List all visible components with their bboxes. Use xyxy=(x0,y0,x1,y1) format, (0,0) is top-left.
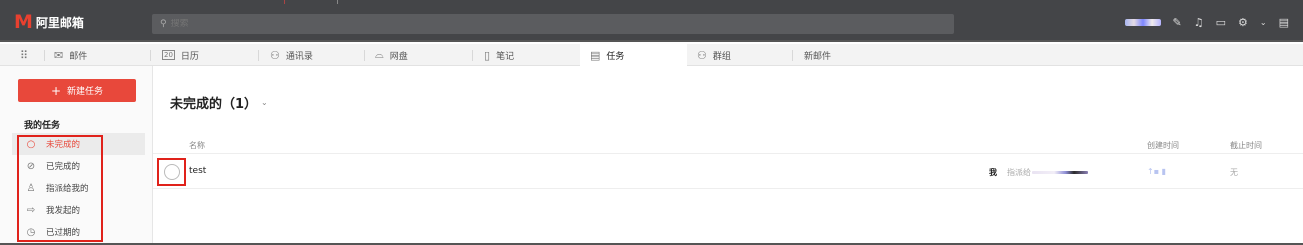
nav-label: 新邮件 xyxy=(804,51,832,62)
chevron-down-icon[interactable]: ⌄ xyxy=(261,98,268,107)
top-right-toolbar: ✎ ♫ ▭ ⚙ ⌄ ▤ xyxy=(1124,14,1289,30)
plus-icon: + xyxy=(50,83,62,98)
page-title: 未完成的（1） ⌄ xyxy=(170,93,268,112)
divider xyxy=(44,50,45,61)
calendar-icon: 20 xyxy=(162,50,175,60)
skin-icon[interactable]: ✎ xyxy=(1173,16,1182,29)
nav-calendar[interactable]: 20 日历 xyxy=(162,44,199,66)
apps-grid-icon[interactable]: ⠿ xyxy=(20,44,28,66)
group-icon: ⚇ xyxy=(697,48,707,62)
brand-name: 阿里邮箱 xyxy=(35,15,84,30)
table-header: 名称 创建时间 截止时间 xyxy=(153,134,1303,154)
window-icon[interactable]: ▭ xyxy=(1216,16,1226,29)
logo-icon: M xyxy=(14,11,33,33)
task-icon: ▤ xyxy=(590,48,601,62)
nav-label: 群组 xyxy=(712,51,731,62)
nav-notes[interactable]: ▯ 笔记 xyxy=(484,44,514,66)
nav-label: 笔记 xyxy=(496,51,515,62)
nav-drive[interactable]: ⌓ 网盘 xyxy=(375,44,408,66)
column-deadline[interactable]: 截止时间 xyxy=(1230,140,1262,151)
table-row[interactable]: test 我 指派给 ↑▪ ▮ 无 xyxy=(153,155,1303,189)
divider xyxy=(792,50,793,61)
search-input[interactable] xyxy=(170,19,931,29)
deadline: 无 xyxy=(1230,168,1238,177)
new-task-button[interactable]: + 新建任务 xyxy=(18,79,136,102)
mail-icon: ✉ xyxy=(54,48,64,62)
nav-label: 邮件 xyxy=(69,51,88,62)
nav-groups[interactable]: ⚇ 群组 xyxy=(697,44,731,66)
search-icon: ⚲ xyxy=(160,19,167,29)
section-title: 我的任务 xyxy=(24,121,61,131)
assign-to-label: 指派给 xyxy=(1007,168,1031,177)
user-account[interactable] xyxy=(1124,18,1161,26)
bell-icon[interactable]: ♫ xyxy=(1194,16,1204,29)
column-created[interactable]: 创建时间 xyxy=(1147,140,1179,151)
search-box[interactable]: ⚲ xyxy=(152,14,954,34)
highlight-box xyxy=(157,158,186,186)
nav-label: 任务 xyxy=(606,51,625,62)
task-name[interactable]: test xyxy=(189,166,206,176)
nav-tasks[interactable]: ▤ 任务 xyxy=(580,44,687,66)
created-time: ↑▪ ▮ xyxy=(1147,167,1167,176)
assigner: 我 xyxy=(989,168,997,177)
column-name[interactable]: 名称 xyxy=(189,140,205,151)
divider xyxy=(472,50,473,61)
assignee-email xyxy=(1032,171,1088,174)
nav-mail[interactable]: ✉ 邮件 xyxy=(54,44,87,66)
nav-label: 通讯录 xyxy=(285,51,313,62)
tab-marker xyxy=(284,0,338,4)
nav-new-mail[interactable]: 新邮件 xyxy=(804,44,831,66)
contacts-icon: ⚇ xyxy=(270,48,280,62)
highlight-box xyxy=(17,135,103,242)
nav-label: 日历 xyxy=(180,51,199,62)
drive-icon: ⌓ xyxy=(375,48,384,61)
logo[interactable]: M 阿里邮箱 xyxy=(14,11,84,33)
module-nav: ⠿ ✉ 邮件 20 日历 ⚇ 通讯录 ⌓ 网盘 ▯ 笔记 ▤ 任务 ⚇ 群组 新… xyxy=(0,44,1303,66)
nav-label: 网盘 xyxy=(389,51,408,62)
notes-icon: ▯ xyxy=(484,48,491,62)
new-task-label: 新建任务 xyxy=(67,87,104,97)
nav-contacts[interactable]: ⚇ 通讯录 xyxy=(270,44,313,66)
message-icon[interactable]: ▤ xyxy=(1279,16,1289,29)
divider xyxy=(364,50,365,61)
divider xyxy=(258,50,259,61)
gear-icon[interactable]: ⚙ xyxy=(1238,16,1248,29)
top-bar: M 阿里邮箱 ⚲ ✎ ♫ ▭ ⚙ ⌄ ▤ xyxy=(0,0,1303,42)
page-title-text: 未完成的（1） xyxy=(170,97,258,112)
divider xyxy=(150,50,151,61)
chevron-down-icon[interactable]: ⌄ xyxy=(1260,18,1267,27)
